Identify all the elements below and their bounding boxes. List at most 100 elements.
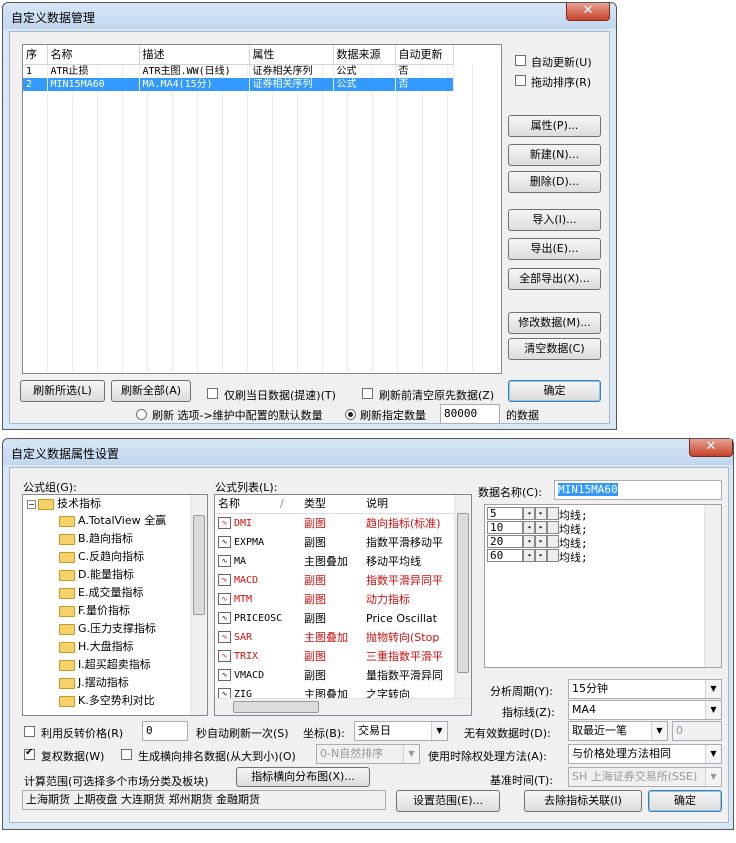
scroll-thumb[interactable]	[457, 513, 469, 673]
window-title: 自定义数据管理	[11, 11, 96, 25]
horizontal-scrollbar[interactable]	[215, 698, 471, 715]
param-value-input[interactable]: 10	[487, 521, 523, 534]
formula-row[interactable]: ∿ VMACD 副图 量指数平滑异同	[215, 666, 446, 685]
tree-scrollbar[interactable]	[190, 495, 207, 715]
table-row-selected[interactable]: 2 MIN15MA60 MA.MA4(15分) 证券相关序列 公式 否	[23, 77, 454, 91]
collapse-icon[interactable]: −	[27, 500, 36, 509]
formula-icon: ∿	[218, 593, 231, 605]
col-header[interactable]: 描述	[139, 45, 250, 65]
invalid-extra-input: 0	[672, 721, 722, 741]
col-header-name[interactable]: 名称 /	[215, 495, 301, 514]
spin-right[interactable]: ▸	[535, 535, 547, 548]
auto-update-checkbox[interactable]	[515, 55, 526, 66]
today-only-checkbox[interactable]	[207, 388, 218, 399]
reverse-price-checkbox[interactable]	[24, 726, 35, 737]
formula-row[interactable]: ∿ MACD 副图 指数平滑异同平	[215, 571, 446, 590]
spin-right[interactable]: ▸	[535, 549, 547, 562]
coord-select[interactable]: 交易日 ▼	[354, 721, 448, 741]
tree-item[interactable]: F.量价指标	[59, 602, 130, 619]
refresh-all-button[interactable]: 刷新全部(A)	[111, 380, 191, 402]
param-value-input[interactable]: 5	[487, 507, 523, 520]
export-all-button[interactable]: 全部导出(X)...	[508, 268, 601, 290]
tree-item[interactable]: G.压力支撑指标	[59, 620, 156, 637]
scroll-thumb[interactable]	[233, 701, 319, 713]
refresh-selected-button[interactable]: 刷新所选(L)	[20, 380, 105, 402]
col-header[interactable]: 属性	[249, 45, 334, 65]
formula-row[interactable]: ∿ DMI 副图 趋向指标(标准)	[215, 514, 446, 533]
tree-item[interactable]: D.能量指标	[59, 566, 134, 583]
spin-left[interactable]: ◂	[523, 507, 535, 520]
tree-item[interactable]: H.大盘指标	[59, 638, 134, 655]
col-header[interactable]: 名称	[47, 45, 140, 65]
invalid-data-select[interactable]: 取最近一笔 ▼	[568, 721, 668, 741]
param-box	[547, 507, 559, 520]
auto-refresh-input[interactable]: 0	[142, 721, 188, 741]
formula-row[interactable]: ∿ MTM 副图 动力指标	[215, 590, 446, 609]
spin-right[interactable]: ▸	[535, 507, 547, 520]
spin-left[interactable]: ◂	[523, 521, 535, 534]
remove-link-button[interactable]: 去除指标关联(I)	[524, 790, 642, 812]
period-select[interactable]: 15分钟 ▼	[568, 679, 722, 699]
tree-item-label: B.趋向指标	[78, 532, 134, 545]
close-button[interactable]: ✕	[689, 439, 733, 457]
tree-item[interactable]: I.超买超卖指标	[59, 656, 151, 673]
spin-left[interactable]: ◂	[523, 535, 535, 548]
exright-select[interactable]: 与价格处理方法相同 ▼	[568, 744, 722, 764]
folder-icon	[59, 515, 75, 527]
tree-item[interactable]: A.TotalView 全赢	[59, 512, 166, 529]
markets-box[interactable]: 上海期货 上期夜盘 大连期货 郑州期货 金融期货	[22, 790, 386, 810]
refresh-count-label: 刷新指定数量	[360, 409, 426, 422]
modify-data-button[interactable]: 修改数据(M)...	[508, 312, 601, 334]
table-row[interactable]: 1 ATR止损 ATR主图.WW(日线) 证券相关序列 公式 否	[23, 64, 454, 78]
close-button[interactable]: ✕	[566, 3, 610, 21]
formula-row[interactable]: ∿ MA 主图叠加 移动平均线	[215, 552, 446, 571]
spin-right[interactable]: ▸	[535, 521, 547, 534]
tree-item[interactable]: C.反趋向指标	[59, 548, 144, 565]
ok-button[interactable]: 确定	[648, 790, 722, 812]
drag-sort-checkbox[interactable]	[515, 75, 526, 86]
chevron-down-icon: ▼	[651, 722, 667, 740]
tree-item[interactable]: K.多空势利对比	[59, 692, 155, 709]
ok-button[interactable]: 确定	[508, 380, 601, 402]
adjusted-data-checkbox[interactable]	[24, 747, 35, 760]
distribution-chart-button[interactable]: 指标横向分布图(X)...	[236, 767, 370, 787]
refresh-count-input[interactable]: 80000	[440, 404, 500, 424]
export-button[interactable]: 导出(E)...	[508, 238, 601, 260]
data-name-input[interactable]: MIN15MA60	[554, 480, 722, 500]
new-button[interactable]: 新建(N)...	[508, 144, 601, 166]
clear-before-checkbox[interactable]	[362, 388, 373, 399]
formula-list[interactable]: 名称 / 类型 说明 ∿ DMI 副图 趋向指标(标准) ∿ EXPMA 副图 指数平滑移动平 ∿…	[214, 494, 472, 716]
tree-item[interactable]: B.趋向指标	[59, 530, 133, 547]
formula-list-scrollbar[interactable]	[454, 495, 471, 698]
formula-row[interactable]: ∿ TRIX 副图 三重指数平滑平	[215, 647, 446, 666]
col-header[interactable]: 数据来源	[333, 45, 396, 65]
formula-row[interactable]: ∿ EXPMA 副图 指数平滑移动平	[215, 533, 446, 552]
refresh-option-radio[interactable]	[136, 409, 147, 420]
indicator-line-select[interactable]: MA4 ▼	[568, 700, 722, 720]
param-value-input[interactable]: 60	[487, 549, 523, 562]
scroll-thumb[interactable]	[193, 515, 205, 615]
coord-label: 坐标(B):	[303, 727, 345, 740]
rank-checkbox[interactable]	[121, 749, 132, 760]
spin-left[interactable]: ◂	[523, 549, 535, 562]
tree-item[interactable]: E.成交量指标	[59, 584, 143, 601]
params-scrollbar[interactable]	[704, 505, 721, 667]
custom-data-table[interactable]: 序 名称 描述 属性 数据来源 自动更新 1 ATR止损 ATR主图.WW(日线…	[22, 44, 502, 374]
delete-button[interactable]: 删除(D)...	[508, 171, 601, 193]
refresh-count-radio[interactable]	[345, 409, 356, 420]
col-header-type[interactable]: 类型	[301, 495, 363, 514]
properties-button[interactable]: 属性(P)...	[508, 115, 601, 137]
tree-item[interactable]: J.摆动指标	[59, 674, 129, 691]
param-value-input[interactable]: 20	[487, 535, 523, 548]
formula-group-tree[interactable]: − 技术指标 A.TotalView 全赢 B.趋向指标 C.反趋向指标 D.能量…	[22, 494, 208, 716]
tree-root[interactable]: − 技术指标	[27, 495, 101, 512]
col-header[interactable]: 序	[23, 45, 48, 65]
import-button[interactable]: 导入(I)...	[508, 209, 601, 231]
set-range-button[interactable]: 设置范围(E)...	[396, 790, 500, 812]
col-header[interactable]: 自动更新	[395, 45, 454, 65]
clear-data-button[interactable]: 清空数据(C)	[508, 338, 601, 360]
formula-row[interactable]: ∿ SAR 主图叠加 抛物转向(Stop	[215, 628, 446, 647]
formula-desc: 移动平均线	[366, 554, 421, 568]
formula-row[interactable]: ∿ PRICEOSC 副图 Price Oscillat	[215, 609, 446, 628]
col-header-desc[interactable]: 说明	[363, 495, 455, 514]
